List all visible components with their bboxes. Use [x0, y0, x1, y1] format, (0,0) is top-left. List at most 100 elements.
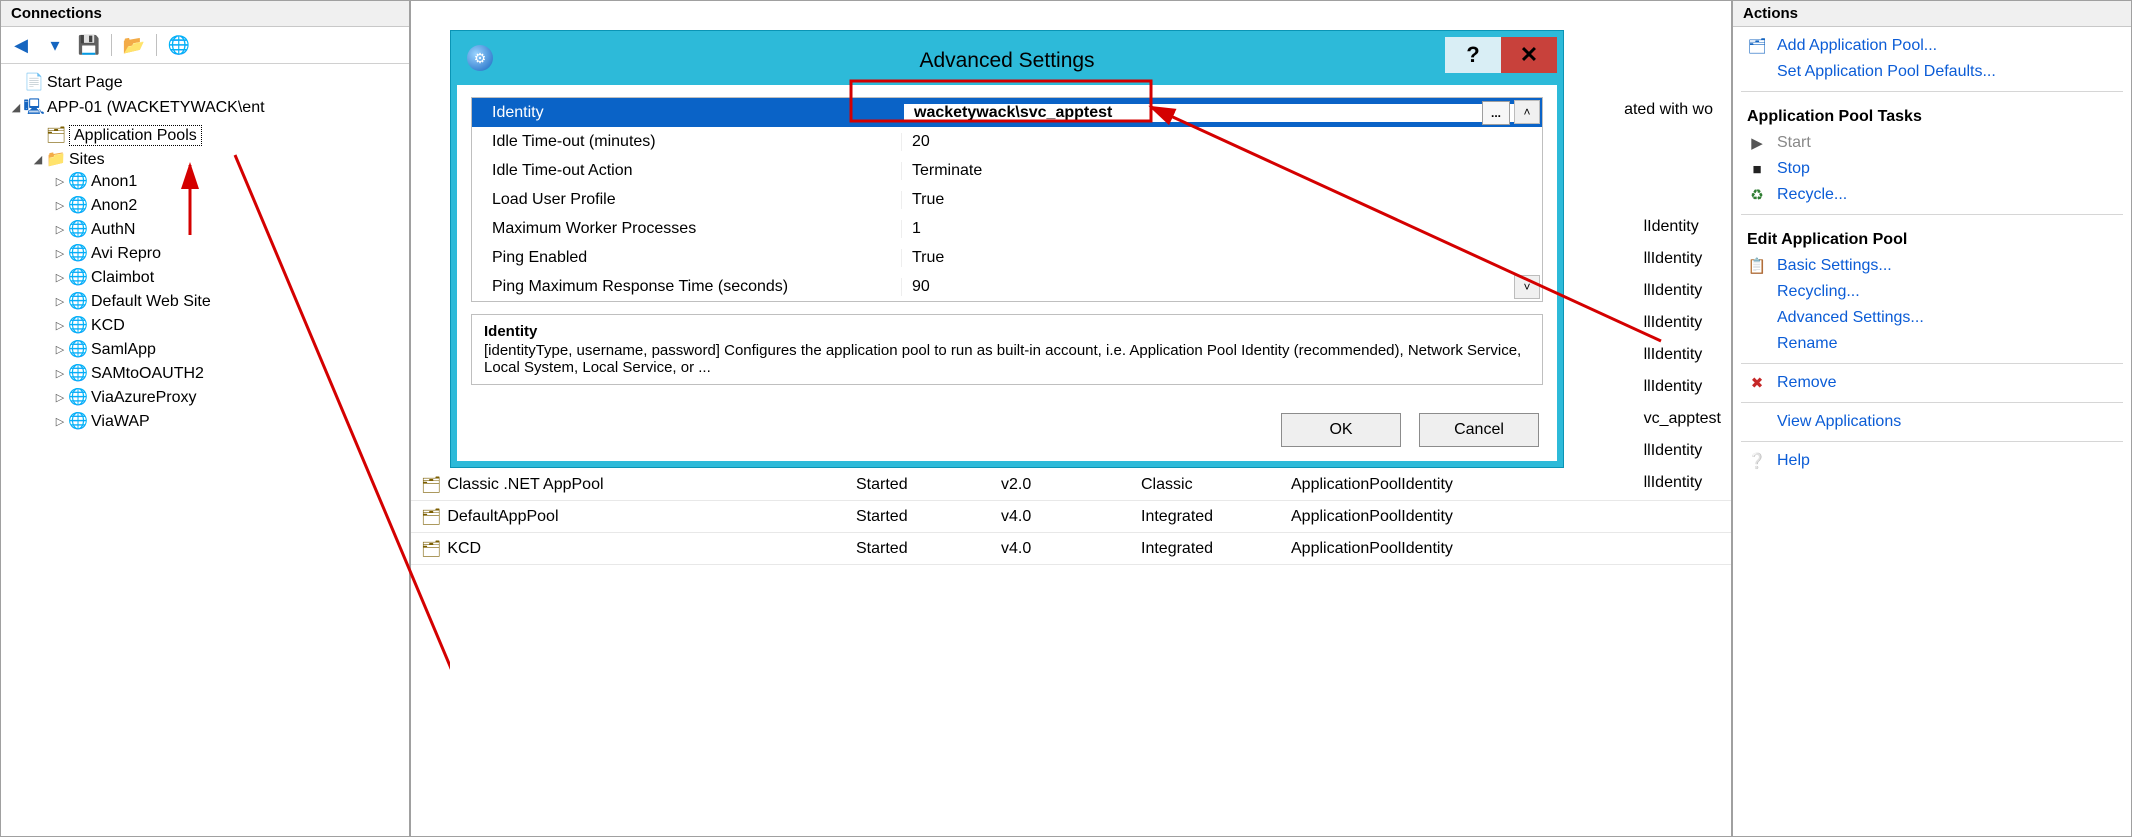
help-icon: ❔	[1747, 452, 1767, 470]
identity-column-peek: lIdentity llIdentity llIdentity llIdentity l…	[1644, 213, 1721, 497]
app-pool-icon: 🗂	[421, 475, 441, 495]
save-icon[interactable]: 💾	[77, 33, 101, 57]
prop-row-identity[interactable]: Identitywacketywack\svc_apptest	[472, 98, 1542, 127]
pool-row-classic-net-apppool[interactable]: 🗂Classic .NET AppPoolStartedv2.0ClassicA…	[411, 469, 1731, 501]
actions-panel: Actions 🗂Add Application Pool... Set App…	[1732, 0, 2132, 837]
action-add-app-pool[interactable]: 🗂Add Application Pool...	[1737, 33, 2127, 59]
remove-icon: ✖	[1747, 374, 1767, 392]
toolbar-separator	[156, 34, 157, 56]
site-icon: 🌐	[67, 267, 89, 287]
site-icon: 🌐	[67, 339, 89, 359]
tree-app-pools[interactable]: 🗂Application Pools	[31, 123, 405, 147]
app-pool-icon: 🗂	[421, 507, 441, 527]
property-description-title: Identity	[484, 323, 1530, 340]
pool-row-defaultapppool[interactable]: 🗂DefaultAppPoolStartedv4.0IntegratedAppl…	[411, 501, 1731, 533]
scroll-up-button[interactable]: ˄	[1514, 100, 1540, 124]
site-icon: 🌐	[67, 411, 89, 431]
action-stop[interactable]: ■Stop	[1737, 156, 2127, 182]
grid-truncated-text: ated with wo	[1624, 101, 1713, 119]
prop-row-maximum-worker-processes[interactable]: Maximum Worker Processes1	[472, 214, 1542, 243]
site-icon: 🌐	[67, 243, 89, 263]
dialog-close-button[interactable]: ✕	[1501, 37, 1557, 73]
prop-row-idle-time-out-action[interactable]: Idle Time-out ActionTerminate	[472, 156, 1542, 185]
site-icon: 🌐	[67, 315, 89, 335]
identity-cell-peek: llIdentity	[1644, 341, 1703, 369]
property-grid[interactable]: Identitywacketywack\svc_apptestIdle Time…	[471, 97, 1543, 302]
tree-site-kcd[interactable]: ▷🌐KCD	[53, 313, 405, 337]
identity-cell-peek: llIdentity	[1644, 437, 1703, 465]
connections-title: Connections	[1, 1, 409, 27]
dialog-titlebar: ⚙ Advanced Settings ? ✕	[457, 37, 1557, 85]
tree-sites[interactable]: ◢📁Sites ▷🌐Anon1▷🌐Anon2▷🌐AuthN▷🌐Avi Repro…	[31, 147, 405, 435]
stop-server-icon[interactable]: 🌐	[167, 33, 191, 57]
site-icon: 🌐	[67, 387, 89, 407]
identity-cell-peek: lIdentity	[1644, 213, 1699, 241]
prop-row-ping-maximum-response-time-seconds-[interactable]: Ping Maximum Response Time (seconds)90	[472, 272, 1542, 301]
action-set-defaults[interactable]: Set Application Pool Defaults...	[1737, 59, 2127, 85]
tree-server[interactable]: ◢🖳APP-01 (WACKETYWACK\ent 🗂Application P…	[9, 94, 405, 437]
app-pool-icon: 🗂	[421, 539, 441, 559]
action-rename[interactable]: Rename	[1737, 331, 2127, 357]
app-pools-icon: 🗂	[45, 125, 67, 145]
actions-title: Actions	[1733, 1, 2131, 27]
recycle-icon: ♻	[1747, 186, 1767, 204]
tree-site-default-web-site[interactable]: ▷🌐Default Web Site	[53, 289, 405, 313]
action-recycle[interactable]: ♻Recycle...	[1737, 182, 2127, 208]
connections-tree[interactable]: 📄Start Page ◢🖳APP-01 (WACKETYWACK\ent 🗂A…	[1, 64, 409, 443]
action-start: ▶Start	[1737, 130, 2127, 156]
sites-folder-icon: 📁	[45, 149, 67, 169]
identity-cell-peek: llIdentity	[1644, 373, 1703, 401]
prop-row-load-user-profile[interactable]: Load User ProfileTrue	[472, 185, 1542, 214]
tree-site-authn[interactable]: ▷🌐AuthN	[53, 217, 405, 241]
site-icon: 🌐	[67, 291, 89, 311]
tree-site-samlapp[interactable]: ▷🌐SamlApp	[53, 337, 405, 361]
dialog-help-button[interactable]: ?	[1445, 37, 1501, 73]
action-view-applications[interactable]: View Applications	[1737, 409, 2127, 435]
dialog-icon: ⚙	[467, 45, 493, 71]
action-advanced-settings[interactable]: Advanced Settings...	[1737, 305, 2127, 331]
action-remove[interactable]: ✖Remove	[1737, 370, 2127, 396]
tree-site-anon1[interactable]: ▷🌐Anon1	[53, 169, 405, 193]
menu-dropdown-icon[interactable]: ▾	[43, 33, 67, 57]
identity-cell-peek: vc_apptest	[1644, 405, 1721, 433]
site-icon: 🌐	[67, 363, 89, 383]
start-icon: ▶	[1747, 134, 1767, 152]
stop-icon: ■	[1747, 161, 1767, 178]
open-folder-icon[interactable]: 📂	[122, 33, 146, 57]
tree-site-anon2[interactable]: ▷🌐Anon2	[53, 193, 405, 217]
site-icon: 🌐	[67, 171, 89, 191]
pool-row-kcd[interactable]: 🗂KCDStartedv4.0IntegratedApplicationPool…	[411, 533, 1731, 565]
section-tasks: Application Pool Tasks	[1737, 98, 2127, 130]
action-help[interactable]: ❔Help	[1737, 448, 2127, 474]
section-edit: Edit Application Pool	[1737, 221, 2127, 253]
identity-browse-button[interactable]: ...	[1482, 101, 1510, 125]
dialog-title: Advanced Settings	[919, 49, 1094, 73]
property-description: Identity [identityType, username, passwo…	[471, 314, 1543, 385]
prop-row-idle-time-out-minutes-[interactable]: Idle Time-out (minutes)20	[472, 127, 1542, 156]
scroll-down-button[interactable]: ˅	[1514, 275, 1540, 299]
identity-cell-peek: llIdentity	[1644, 309, 1703, 337]
action-basic-settings[interactable]: 📋Basic Settings...	[1737, 253, 2127, 279]
cancel-button[interactable]: Cancel	[1419, 413, 1539, 447]
connections-toolbar: ◀ ▾ 💾 📂 🌐	[1, 27, 409, 64]
center-panel: ated with wo lIdentity llIdentity llIdenti…	[410, 0, 1732, 837]
add-icon: 🗂	[1747, 37, 1767, 55]
start-page-icon: 📄	[23, 72, 45, 92]
tree-start-page[interactable]: 📄Start Page	[9, 70, 405, 94]
dialog-footer: OK Cancel	[457, 399, 1557, 461]
advanced-settings-dialog: ⚙ Advanced Settings ? ✕ Identitywacketyw…	[451, 31, 1563, 467]
tree-site-avi-repro[interactable]: ▷🌐Avi Repro	[53, 241, 405, 265]
action-recycling[interactable]: Recycling...	[1737, 279, 2127, 305]
tree-site-viawap[interactable]: ▷🌐ViaWAP	[53, 409, 405, 433]
prop-row-ping-enabled[interactable]: Ping EnabledTrue	[472, 243, 1542, 272]
identity-cell-peek: llIdentity	[1644, 245, 1703, 273]
back-icon[interactable]: ◀	[9, 33, 33, 57]
tree-site-viaazureproxy[interactable]: ▷🌐ViaAzureProxy	[53, 385, 405, 409]
site-icon: 🌐	[67, 195, 89, 215]
server-icon: 🖳	[23, 96, 45, 123]
tree-site-claimbot[interactable]: ▷🌐Claimbot	[53, 265, 405, 289]
property-description-body: [identityType, username, password] Confi…	[484, 342, 1530, 376]
ok-button[interactable]: OK	[1281, 413, 1401, 447]
settings-icon: 📋	[1747, 257, 1767, 275]
tree-site-samtooauth2[interactable]: ▷🌐SAMtoOAUTH2	[53, 361, 405, 385]
